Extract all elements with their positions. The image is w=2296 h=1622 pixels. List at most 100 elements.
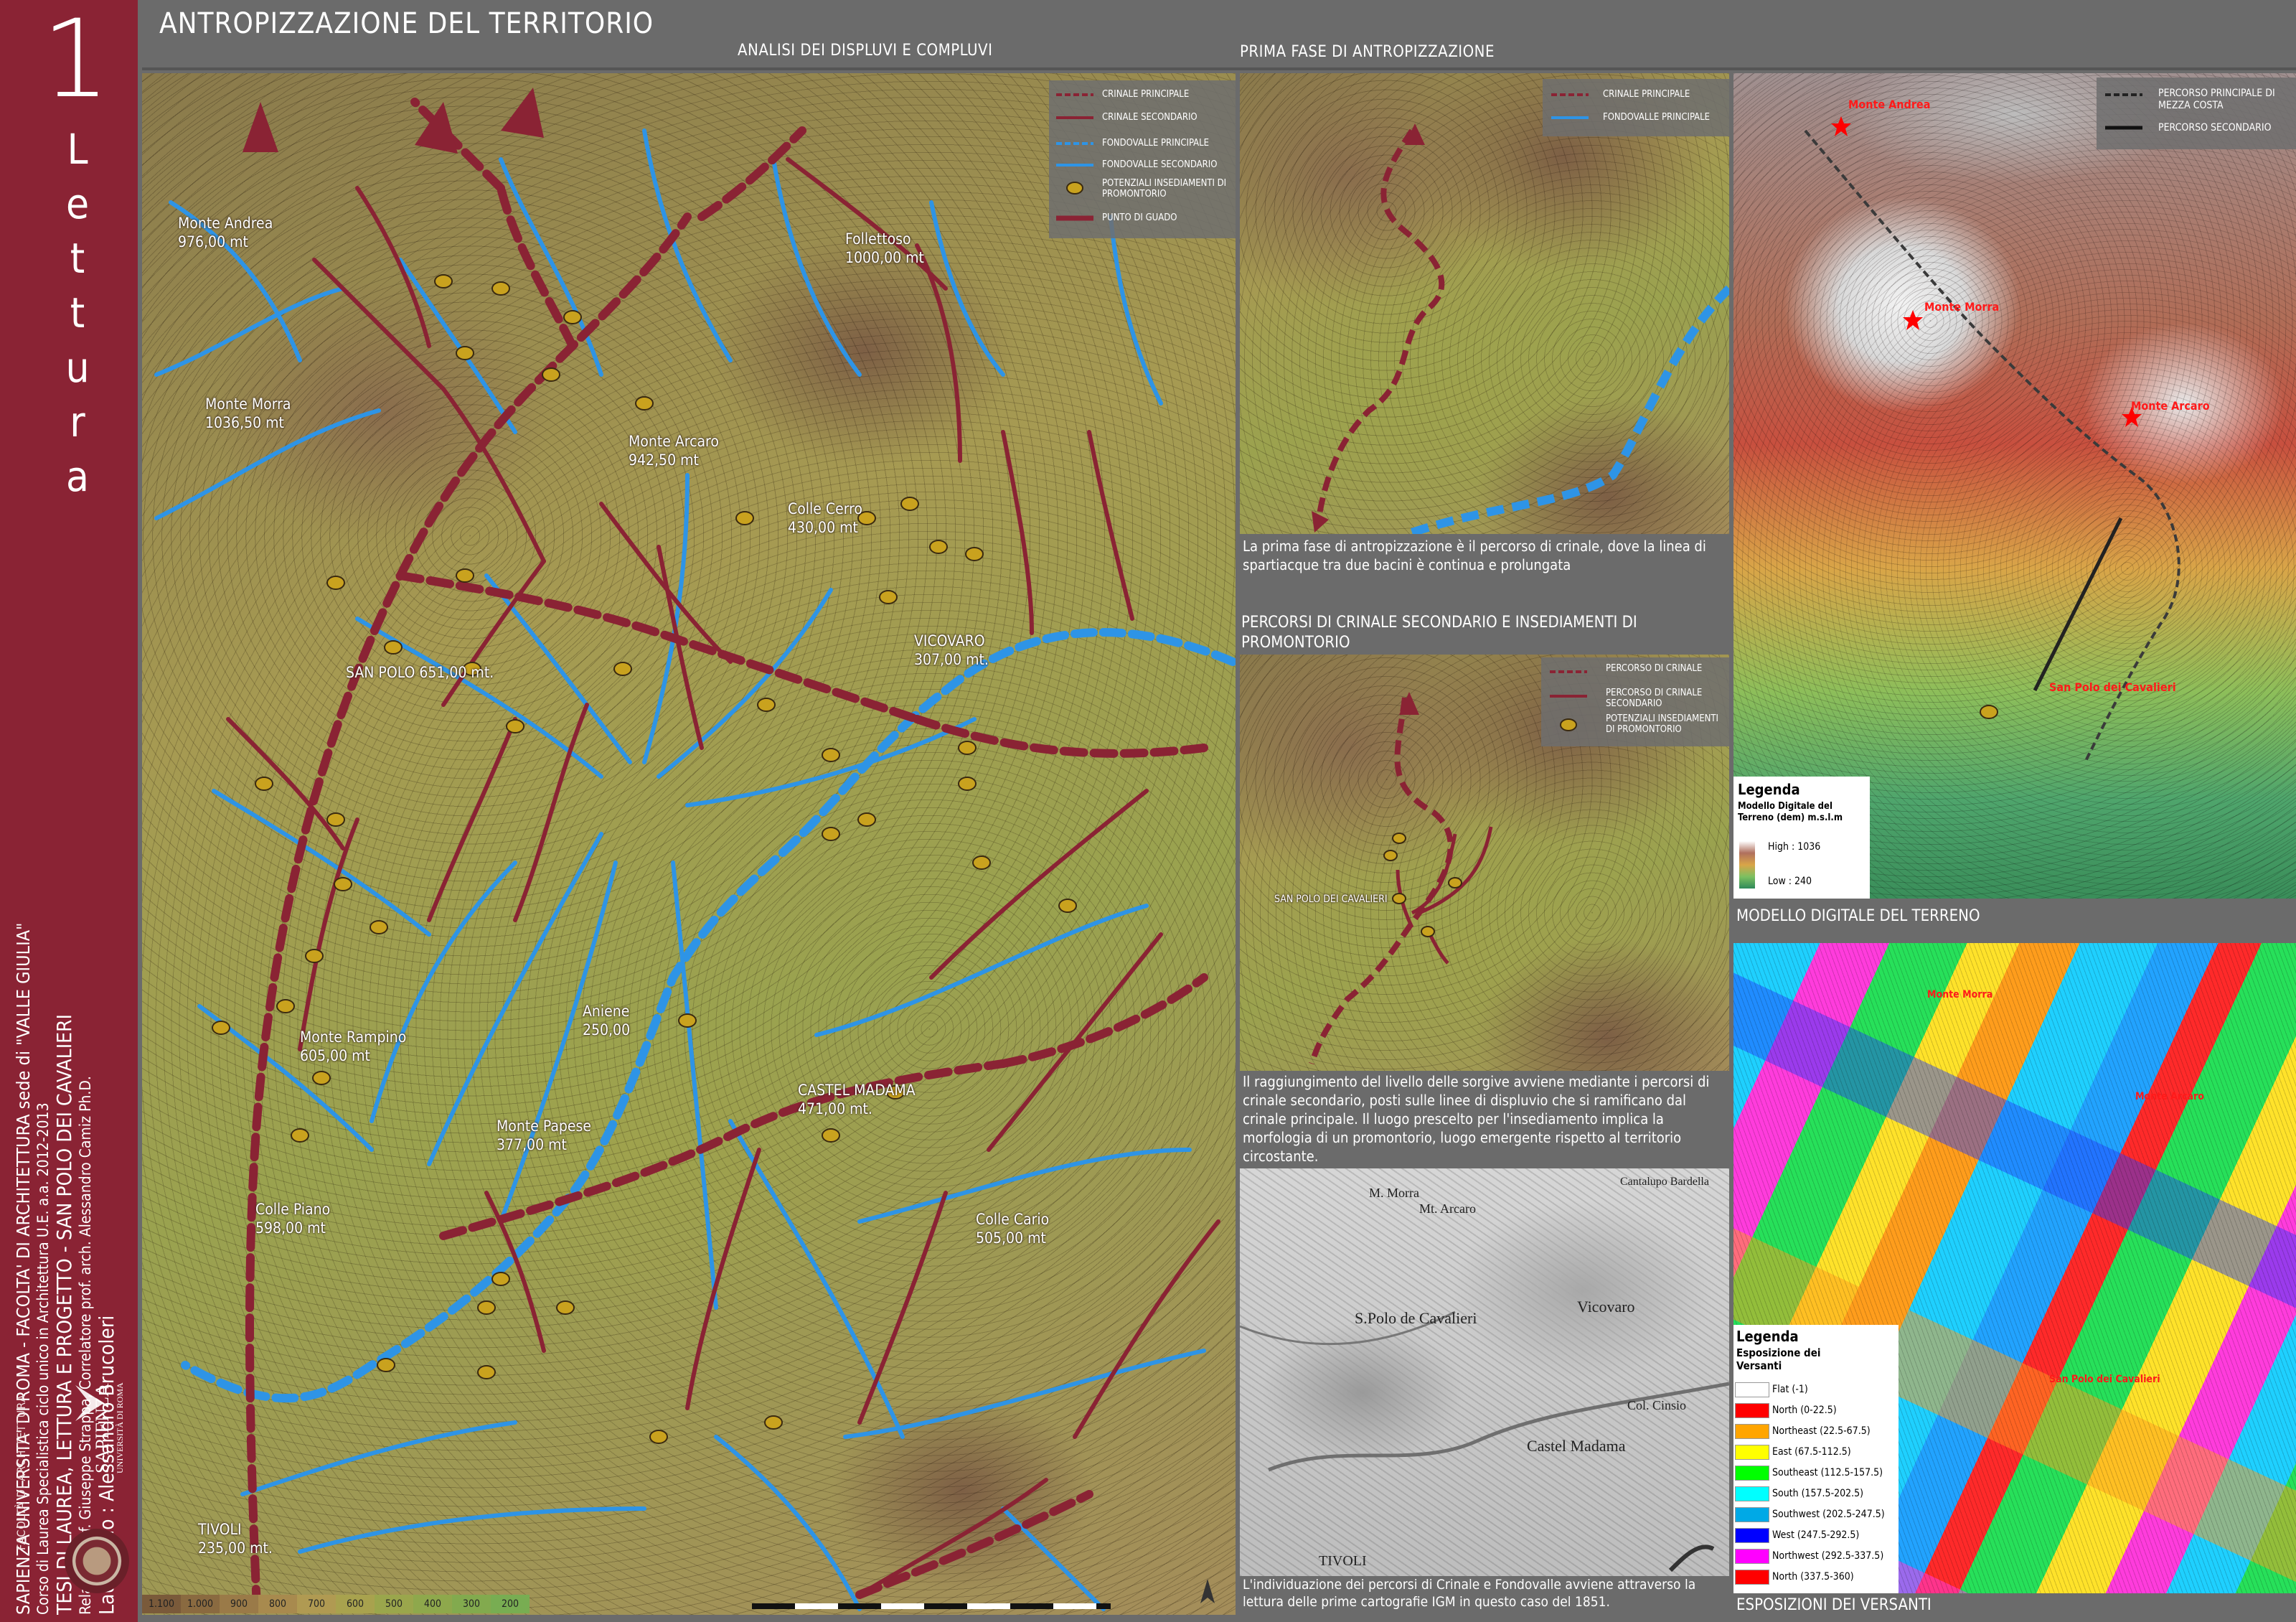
aspect-class-label: Southwest (202.5-247.5) xyxy=(1772,1509,1885,1520)
place-vicovaro: VICOVARO 307,00 mt. xyxy=(914,632,989,668)
legend-crinale-secondario: CRINALE SECONDARIO xyxy=(1102,112,1198,123)
place-tivoli: TIVOLI 235,00 mt. xyxy=(198,1521,273,1557)
elevation-scale-cell: 1.000 xyxy=(181,1595,220,1613)
place-monte-papese: Monte Papese 377,00 mt xyxy=(497,1117,591,1153)
aspect-class-swatch xyxy=(1735,1424,1769,1439)
place-monte-arcaro: Monte Arcaro 942,50 mt xyxy=(629,433,719,469)
legend-fondovalle-principale: FONDOVALLE PRINCIPALE xyxy=(1102,138,1210,149)
phase1-subtitle: PRIMA FASE DI ANTROPIZZAZIONE xyxy=(1240,43,1495,61)
aspect-class-row: East (67.5-112.5) xyxy=(1733,1442,1899,1463)
sapienza-logo-icon: SAPIENZA UNIVERSITÀ DI ROMA xyxy=(75,1382,125,1473)
phase1-legend: CRINALE PRINCIPALE FONDOVALLE PRINCIPALE xyxy=(1543,79,1729,136)
aspect-class-row: West (247.5-292.5) xyxy=(1733,1525,1899,1546)
elevation-scale-cell: 900 xyxy=(220,1595,258,1613)
phase1-caption-text: La prima fase di antropizzazione è il pe… xyxy=(1243,537,1728,603)
aspect-place-san-polo: San Polo dei Cavalieri xyxy=(2049,1374,2160,1385)
sapienza-logo: SAPIENZA UNIVERSITÀ DI ROMA xyxy=(68,1382,126,1475)
place-castel-madama: CASTEL MADAMA 471,00 mt. xyxy=(798,1082,916,1117)
elevation-scale-cell: 500 xyxy=(375,1595,413,1613)
main-map-subtitle: ANALISI DEI DISPLUVI E COMPLUVI xyxy=(738,42,993,60)
aspect-class-label: West (247.5-292.5) xyxy=(1772,1529,1860,1541)
dem-color-ramp xyxy=(1739,841,1755,889)
place-san-polo: SAN POLO 651,00 mt. xyxy=(346,664,494,681)
place-monte-rampino: Monte Rampino 605,00 mt xyxy=(300,1028,407,1064)
phase1-map: CRINALE PRINCIPALE FONDOVALLE PRINCIPALE xyxy=(1240,73,1729,534)
igm-place-san-polo: S.Polo de Cavalieri xyxy=(1355,1309,1477,1327)
ridge-arrow-icon xyxy=(501,88,544,138)
aspect-class-row: North (0-22.5) xyxy=(1733,1400,1899,1421)
igm-caption: L'individuazione dei percorsi di Crinale… xyxy=(1243,1577,1696,1610)
aspect-class-row: North (337.5-360) xyxy=(1733,1567,1899,1588)
elevation-scale-cell: 200 xyxy=(491,1595,530,1613)
aspect-classes: Flat (-1) North (0-22.5) Northeast (22.5-6… xyxy=(1733,1379,1899,1588)
place-monte-morra: Monte Morra 1036,50 mt xyxy=(205,395,291,431)
phase2-place-san-polo: SAN POLO DEI CAVALIERI xyxy=(1274,894,1388,905)
aspect-class-label: South (157.5-202.5) xyxy=(1772,1488,1864,1499)
aspect-class-swatch xyxy=(1735,1486,1769,1501)
legend-crinale-principale: CRINALE PRINCIPALE xyxy=(1102,89,1190,100)
aspect-class-label: East (67.5-112.5) xyxy=(1772,1446,1851,1458)
aspect-class-label: Southeast (112.5-157.5) xyxy=(1772,1467,1883,1478)
peak-star-icon xyxy=(1831,116,1851,136)
dem-legend-secondario: PERCORSO SECONDARIO xyxy=(2158,122,2272,133)
igm-place-monte-arcaro: Mt. Arcaro xyxy=(1419,1201,1476,1216)
aspect-class-swatch xyxy=(1735,1403,1769,1418)
phase2-legend-insediamenti: POTENZIALI INSEDIAMENTI DI PROMONTORIO xyxy=(1606,713,1718,735)
place-follettoso: Follettoso 1000,00 mt xyxy=(845,230,924,266)
aspect-class-swatch xyxy=(1735,1382,1769,1397)
aspect-legenda-sub: Esposizione dei Versanti xyxy=(1736,1346,1821,1372)
drainage-network xyxy=(154,88,1236,1613)
phase2-legend-crinale: PERCORSO DI CRINALE xyxy=(1606,663,1703,674)
elevation-scale-cell: 1.100 xyxy=(142,1595,181,1613)
north-arrow-icon xyxy=(1200,1579,1215,1603)
university-seal-icon xyxy=(65,1529,129,1593)
dem-low: Low : 240 xyxy=(1768,876,1812,887)
place-monte-andrea: Monte Andrea 976,00 mt xyxy=(178,215,273,250)
elevation-scale: 1.100 1.000 900 800 700 600 500 400 300 200 xyxy=(142,1595,530,1613)
place-colle-cario: Colle Cario 505,00 mt xyxy=(976,1211,1050,1247)
phase2-map: SAN POLO DEI CAVALIERI PERCORSO DI CRINA… xyxy=(1240,655,1729,1071)
graphic-scale-bar xyxy=(752,1603,1111,1609)
page-title: ANTROPIZZAZIONE DEL TERRITORIO xyxy=(159,7,654,40)
dem-place-monte-andrea: Monte Andrea xyxy=(1848,98,1931,111)
aspect-class-row: Flat (-1) xyxy=(1733,1379,1899,1400)
aspect-class-label: Flat (-1) xyxy=(1772,1384,1808,1395)
main-map-legend: CRINALE PRINCIPALE CRINALE SECONDARIO FO… xyxy=(1049,80,1236,238)
dem-legenda: Legenda Modello Digitale del Terreno (de… xyxy=(1733,777,1870,899)
ridge-arrow-icon xyxy=(243,102,278,152)
faculty-label: FACOLTÀ DI ARCHITETTURA xyxy=(14,1394,28,1550)
aspect-class-row: Northeast (22.5-67.5) xyxy=(1733,1421,1899,1442)
igm-historic-map: M. Morra Mt. Arcaro Vicovaro S.Polo de C… xyxy=(1240,1168,1729,1576)
place-aniene: Aniene 250,00 xyxy=(583,1003,631,1039)
dem-legend-mezza-costa: PERCORSO PRINCIPALE DI MEZZA COSTA xyxy=(2158,88,2275,111)
aspect-map: Monte Morra Monte Arcaro San Polo dei Ca… xyxy=(1733,943,2296,1593)
elevation-scale-cell: 600 xyxy=(336,1595,375,1613)
aspect-class-swatch xyxy=(1735,1528,1769,1543)
section-number: 1 xyxy=(42,0,110,122)
place-colle-piano: Colle Piano 598,00 mt xyxy=(255,1201,331,1237)
igm-place-vicovaro: Vicovaro xyxy=(1577,1298,1635,1316)
phase1-legend-crinale: CRINALE PRINCIPALE xyxy=(1603,89,1690,100)
aspect-class-label: Northwest (292.5-337.5) xyxy=(1772,1550,1884,1562)
dem-place-monte-morra: Monte Morra xyxy=(1924,300,2000,314)
credits-course: Corso di Laurea Specialistica ciclo unic… xyxy=(34,1102,52,1615)
aspect-class-swatch xyxy=(1735,1466,1769,1481)
peak-star-icon xyxy=(1903,310,1923,330)
aspect-class-label: North (337.5-360) xyxy=(1772,1571,1854,1583)
section-word: Lettura xyxy=(65,125,90,501)
dem-place-monte-arcaro: Monte Arcaro xyxy=(2131,399,2210,413)
aspect-legenda-title: Legenda xyxy=(1736,1328,1799,1345)
aspect-class-row: Northwest (292.5-337.5) xyxy=(1733,1546,1899,1567)
aspect-class-label: North (0-22.5) xyxy=(1772,1405,1837,1416)
dem-map: Monte Andrea Monte Morra Monte Arcaro Sa… xyxy=(1733,73,2296,899)
phase1-legend-fondovalle: FONDOVALLE PRINCIPALE xyxy=(1603,112,1711,123)
legend-insediamenti: POTENZIALI INSEDIAMENTI DI PROMONTORIO xyxy=(1102,178,1227,200)
igm-place-cantalupo: Cantalupo Bardella xyxy=(1620,1176,1709,1188)
aspect-place-monte-morra: Monte Morra xyxy=(1927,989,1993,1000)
ridge-arrow-icon xyxy=(1312,511,1329,533)
aspect-class-swatch xyxy=(1735,1507,1769,1522)
igm-place-col-cinsio: Col. Cinsio xyxy=(1627,1398,1687,1412)
aspect-class-row: Southeast (112.5-157.5) xyxy=(1733,1463,1899,1483)
dem-legenda-sub: Modello Digitale del Terreno (dem) m.s.l… xyxy=(1738,801,1843,823)
legend-fondovalle-secondario: FONDOVALLE SECONDARIO xyxy=(1102,159,1218,170)
